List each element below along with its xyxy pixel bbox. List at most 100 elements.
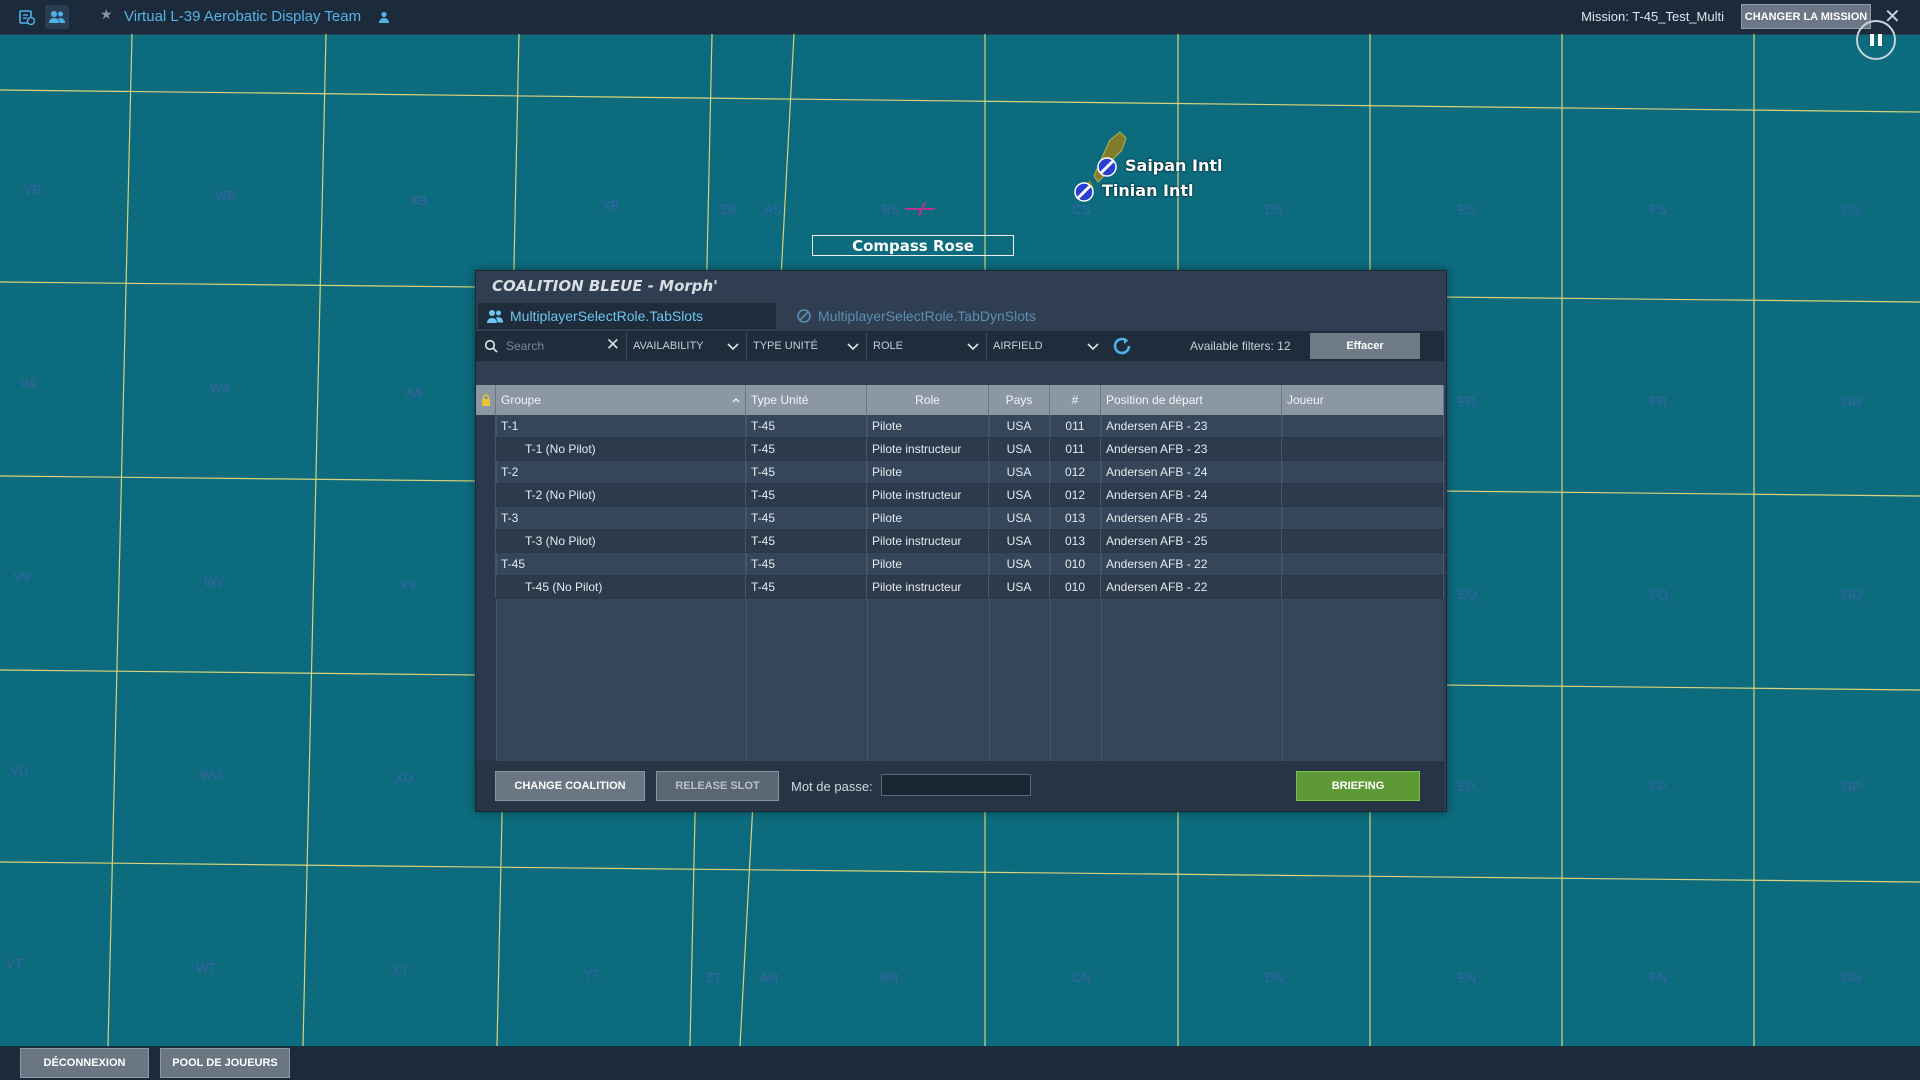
table-row[interactable]: T-2 T-45 Pilote USA 012 Andersen AFB - 24: [476, 461, 1444, 484]
player-cell: [1282, 415, 1444, 437]
search-placeholder: Search: [506, 339, 545, 353]
search-input[interactable]: Search ✕: [478, 333, 624, 359]
country-cell: USA: [989, 484, 1050, 506]
group-cell: T-2: [496, 461, 746, 483]
table-row[interactable]: T-45 T-45 Pilote USA 010 Andersen AFB - 22: [476, 553, 1444, 576]
airfield-label[interactable]: Saipan Intl: [1125, 156, 1223, 175]
column-header-player[interactable]: Joueur: [1282, 385, 1444, 415]
password-label: Mot de passe:: [791, 779, 873, 794]
change-coalition-button[interactable]: CHANGE COALITION: [495, 771, 645, 801]
clear-filters-button[interactable]: Effacer: [1310, 333, 1420, 359]
role-cell: Pilote: [867, 461, 989, 483]
grid-label: ER: [1458, 394, 1477, 409]
mission-info-icon[interactable]: [15, 5, 39, 29]
dynamic-slot-icon: [797, 309, 811, 323]
country-cell: USA: [989, 576, 1050, 598]
number-cell: 012: [1050, 461, 1101, 483]
start-position-cell: Andersen AFB - 22: [1101, 553, 1282, 575]
unit-type-filter[interactable]: TYPE UNITÉ: [746, 333, 865, 359]
group-cell: T-1 (No Pilot): [496, 438, 746, 460]
airfield-icon[interactable]: [1097, 157, 1117, 177]
dialog-title: COALITION BLEUE - Morph': [492, 277, 718, 295]
column-header-type[interactable]: Type Unité: [746, 385, 867, 415]
column-header-start-position[interactable]: Position de départ: [1101, 385, 1282, 415]
tab-dyn-slots[interactable]: MultiplayerSelectRole.TabDynSlots: [788, 303, 1088, 329]
grid-label: GR: [1842, 394, 1862, 409]
table-header: Groupe Type Unité Role Pays # Position d…: [476, 385, 1444, 415]
column-header-country[interactable]: Pays: [989, 385, 1050, 415]
country-cell: USA: [989, 415, 1050, 437]
search-icon: [484, 339, 498, 353]
grid-label: CS: [1072, 202, 1091, 217]
players-icon[interactable]: [45, 5, 69, 29]
number-cell: 011: [1050, 415, 1101, 437]
table-row[interactable]: T-3 T-45 Pilote USA 013 Andersen AFB - 25: [476, 507, 1444, 530]
role-cell: Pilote: [867, 415, 989, 437]
table-row[interactable]: T-2 (No Pilot) T-45 Pilote instructeur USA 0…: [476, 484, 1444, 507]
grid-label: FS: [1650, 202, 1667, 217]
table-row[interactable]: T-45 (No Pilot) T-45 Pilote instructeur USA…: [476, 576, 1444, 599]
type-cell: T-45: [746, 553, 867, 575]
lock-cell: [476, 553, 496, 575]
airfield-filter[interactable]: AIRFIELD: [986, 333, 1105, 359]
lock-cell: [476, 461, 496, 483]
pause-button[interactable]: [1856, 20, 1896, 60]
refresh-icon[interactable]: [1110, 335, 1134, 357]
airfield-icon[interactable]: [1074, 182, 1094, 202]
players-pool-button[interactable]: POOL DE JOUEURS: [160, 1048, 290, 1078]
grid-label: FR: [1650, 394, 1668, 409]
grid-label: DS: [1265, 202, 1284, 217]
tab-slots[interactable]: MultiplayerSelectRole.TabSlots: [478, 303, 776, 329]
grid-label: GP: [1842, 779, 1861, 794]
airfield-label[interactable]: Tinian Intl: [1102, 181, 1194, 200]
clear-search-icon[interactable]: ✕: [606, 335, 620, 355]
user-icon[interactable]: [372, 5, 396, 29]
number-cell: 012: [1050, 484, 1101, 506]
availability-filter[interactable]: AVAILABILITY: [626, 333, 745, 359]
number-cell: 010: [1050, 553, 1101, 575]
grid-label: EP: [1458, 779, 1476, 794]
group-cell: T-3 (No Pilot): [496, 530, 746, 552]
table-row[interactable]: T-3 (No Pilot) T-45 Pilote instructeur USA 0…: [476, 530, 1444, 553]
grid-label: ES: [1458, 202, 1476, 217]
table-row[interactable]: T-1 (No Pilot) T-45 Pilote instructeur USA 0…: [476, 438, 1444, 461]
group-cell: T-1: [496, 415, 746, 437]
column-header-label: Role: [915, 393, 940, 407]
grid-label: XA: [405, 385, 423, 400]
lock-cell: [476, 507, 496, 529]
bottom-bar: DÉCONNEXION POOL DE JOUEURS: [0, 1046, 1920, 1080]
column-header-label: Type Unité: [751, 393, 809, 407]
favorite-star-icon[interactable]: ★: [100, 7, 113, 23]
country-cell: USA: [989, 507, 1050, 529]
lock-column-header[interactable]: [476, 385, 496, 415]
briefing-button[interactable]: BRIEFING: [1296, 771, 1420, 801]
change-mission-button[interactable]: CHANGER LA MISSION: [1741, 4, 1871, 29]
slots-table: Groupe Type Unité Role Pays # Position d…: [476, 385, 1444, 761]
grid-label: GS: [1842, 202, 1861, 217]
player-cell: [1282, 461, 1444, 483]
group-cell: T-3: [496, 507, 746, 529]
player-cell: [1282, 484, 1444, 506]
table-row[interactable]: T-1 T-45 Pilote USA 011 Andersen AFB - 23: [476, 415, 1444, 438]
start-position-cell: Andersen AFB - 23: [1101, 415, 1282, 437]
column-header-number[interactable]: #: [1050, 385, 1101, 415]
role-filter[interactable]: ROLE: [866, 333, 985, 359]
grid-label: YT: [584, 967, 601, 982]
password-input[interactable]: [881, 774, 1031, 796]
grid-label: YB: [602, 198, 620, 213]
grid-label: WV: [204, 574, 225, 589]
column-header-role[interactable]: Role: [867, 385, 989, 415]
player-cell: [1282, 507, 1444, 529]
compass-rose-label[interactable]: Compass Rose: [812, 235, 1014, 256]
role-cell: Pilote: [867, 553, 989, 575]
role-cell: Pilote instructeur: [867, 576, 989, 598]
type-cell: T-45: [746, 576, 867, 598]
grid-label: AN: [760, 970, 779, 985]
country-cell: USA: [989, 530, 1050, 552]
disconnect-button[interactable]: DÉCONNEXION: [20, 1048, 149, 1078]
column-header-group[interactable]: Groupe: [496, 385, 746, 415]
player-cell: [1282, 553, 1444, 575]
release-slot-button[interactable]: RELEASE SLOT: [656, 771, 779, 801]
column-header-label: Pays: [1005, 393, 1033, 407]
chevron-down-icon: [967, 343, 979, 351]
